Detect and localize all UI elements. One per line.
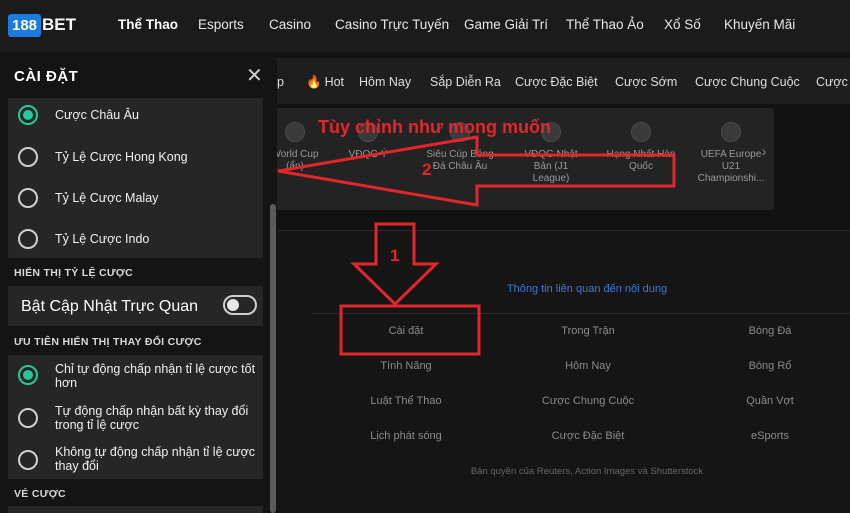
section-odds-display: HIỂN THỊ TỶ LỆ CƯỢC <box>14 267 134 279</box>
soccer-ball-icon <box>721 122 741 142</box>
footer-info-link[interactable]: Thông tin liên quan đến nội dung <box>507 283 667 295</box>
footer-link-today[interactable]: Hôm Nay <box>565 360 611 372</box>
subnav-item-more[interactable]: Cược <box>816 75 848 89</box>
footer-link-rules[interactable]: Luật Thể Thao <box>370 395 441 407</box>
odds-option-label: Tỷ Lệ Cược Hong Kong <box>55 150 188 164</box>
annotation-step-1: 1 <box>390 246 400 265</box>
subnav-item-early[interactable]: Cược Sớm <box>615 75 677 89</box>
footer-link-basketball[interactable]: Bóng Rổ <box>749 360 792 372</box>
subnav-item-today[interactable]: Hôm Nay <box>359 75 411 89</box>
odds-option-malay[interactable]: Tỷ Lệ Cược Malay <box>8 181 263 219</box>
footer-link-football[interactable]: Bóng Đá <box>749 325 792 337</box>
annotation-caption: Tùy chỉnh như mong muốn <box>318 117 552 137</box>
footer-link-live[interactable]: Trong Trận <box>561 325 614 337</box>
nav-promotions[interactable]: Khuyến Mãi <box>724 17 795 32</box>
nav-live-casino[interactable]: Casino Trực Tuyến <box>335 17 449 32</box>
priority-option-label: Không tự động chấp nhận tỉ lệ cược thay … <box>55 445 256 473</box>
visual-update-card: Bật Cập Nhật Trực Quan <box>8 286 263 326</box>
subnav-item-specials[interactable]: Cược Đặc Biệt <box>515 75 598 89</box>
nav-casino[interactable]: Casino <box>269 17 311 32</box>
footer-link-tennis[interactable]: Quần Vợt <box>746 395 794 407</box>
nav-lottery[interactable]: Xổ Số <box>664 17 701 32</box>
odds-option-label: Tỷ Lệ Cược Malay <box>55 191 159 205</box>
footer-link-features[interactable]: Tính Năng <box>380 360 431 372</box>
league-name: Hạng Nhất Hàn Quốc <box>606 149 676 172</box>
subnav-item-partial[interactable]: p <box>277 75 284 89</box>
logo-number: 188 <box>8 13 42 37</box>
footer-divider <box>311 313 850 314</box>
visual-update-toggle[interactable] <box>223 295 257 315</box>
radio-icon[interactable] <box>18 147 38 167</box>
footer-link-outright[interactable]: Cược Chung Cuộc <box>542 395 634 407</box>
odds-option-label: Cược Châu Âu <box>55 108 139 122</box>
copyright-text: Bản quyền của Reuters, Action Images và … <box>470 466 704 477</box>
section-odds-change-priority: ƯU TIÊN HIỂN THỊ THAY ĐỔI CƯỢC <box>14 336 202 348</box>
settings-header: CÀI ĐẶT ✕ <box>0 58 277 96</box>
settings-title: CÀI ĐẶT <box>14 68 79 85</box>
league-name: World Cup (ẩn) <box>271 149 319 172</box>
radio-selected-icon[interactable] <box>18 105 38 125</box>
annotation-step-2: 2 <box>422 160 432 179</box>
subnav-item-outright[interactable]: Cược Chung Cuộc <box>695 75 800 89</box>
odds-option-indo[interactable]: Tỷ Lệ Cược Indo <box>8 223 263 258</box>
bet-slip-card <box>8 506 263 513</box>
league-tile[interactable]: Hạng Nhất Hàn Quốc <box>596 122 686 173</box>
brand-logo[interactable]: 188 BET <box>8 12 76 38</box>
league-name: VĐQG Ý <box>348 149 388 160</box>
top-navigation: 188 BET Thể Thao Esports Casino Casino T… <box>0 0 850 52</box>
page: 188 BET Thể Thao Esports Casino Casino T… <box>0 0 850 513</box>
odds-option-label: Tỷ Lệ Cược Indo <box>55 232 150 246</box>
subnav-hot-label: Hot <box>324 75 345 89</box>
footer-link-settings[interactable]: Cài đặt <box>389 325 424 337</box>
odds-change-card: Chỉ tự động chấp nhận tỉ lệ cược tốt hơn… <box>8 355 263 479</box>
league-name: UEFA Europe U21 Championshi... <box>697 149 765 184</box>
priority-option-any-change[interactable]: Tự động chấp nhận bất kỳ thay đổi trong … <box>8 398 263 438</box>
priority-option-label: Chỉ tự động chấp nhận tỉ lệ cược tốt hơn <box>55 362 256 390</box>
nav-games[interactable]: Game Giải Trí <box>464 17 548 32</box>
footer-links: Thông tin liên quan đến nội dung Cài đặt… <box>278 230 850 513</box>
settings-scrollbar[interactable] <box>270 204 276 513</box>
odds-option-european[interactable]: Cược Châu Âu <box>8 98 263 136</box>
section-bet-slip: VÉ CƯỢC <box>14 488 66 500</box>
close-icon[interactable]: ✕ <box>246 66 263 86</box>
toggle-knob <box>227 299 239 311</box>
odds-format-card: Cược Châu Âu Tỷ Lệ Cược Hong Kong Tỷ Lệ … <box>8 98 263 258</box>
league-name: VĐQG Nhật Bản (J1 League) <box>524 149 578 184</box>
nav-sports[interactable]: Thể Thao <box>118 17 178 32</box>
priority-option-better-odds[interactable]: Chỉ tự động chấp nhận tỉ lệ cược tốt hơn <box>8 355 263 395</box>
korea-flag-icon <box>631 122 651 142</box>
footer-link-esports[interactable]: eSports <box>751 430 789 442</box>
nav-esports[interactable]: Esports <box>198 17 244 32</box>
subnav-item-upcoming[interactable]: Sắp Diễn Ra <box>430 75 501 89</box>
visual-update-label: Bật Cập Nhật Trực Quan <box>21 298 199 315</box>
priority-option-label: Tự động chấp nhận bất kỳ thay đổi trong … <box>55 404 249 432</box>
radio-icon[interactable] <box>18 229 38 249</box>
chevron-right-icon[interactable]: › <box>756 138 772 164</box>
league-name: Siêu Cúp Bóng Đá Châu Âu <box>426 149 494 172</box>
soccer-ball-icon <box>285 122 305 142</box>
footer-link-specials[interactable]: Cược Đặc Biệt <box>552 430 625 442</box>
nav-virtual-sports[interactable]: Thể Thao Ảo <box>566 17 644 32</box>
fire-icon: 🔥 <box>306 75 322 89</box>
logo-word: BET <box>42 15 77 34</box>
priority-option-no-auto[interactable]: Không tự động chấp nhận tỉ lệ cược thay … <box>8 440 263 479</box>
radio-icon[interactable] <box>18 450 38 470</box>
footer-link-schedule[interactable]: Lịch phát sóng <box>370 430 442 442</box>
subnav-item-hot[interactable]: 🔥 Hot <box>306 75 344 90</box>
odds-option-hongkong[interactable]: Tỷ Lệ Cược Hong Kong <box>8 140 263 178</box>
radio-selected-icon[interactable] <box>18 365 38 385</box>
settings-panel: CÀI ĐẶT ✕ Cược Châu Âu Tỷ Lệ Cược Hong K… <box>0 58 277 513</box>
radio-icon[interactable] <box>18 408 38 428</box>
radio-icon[interactable] <box>18 188 38 208</box>
